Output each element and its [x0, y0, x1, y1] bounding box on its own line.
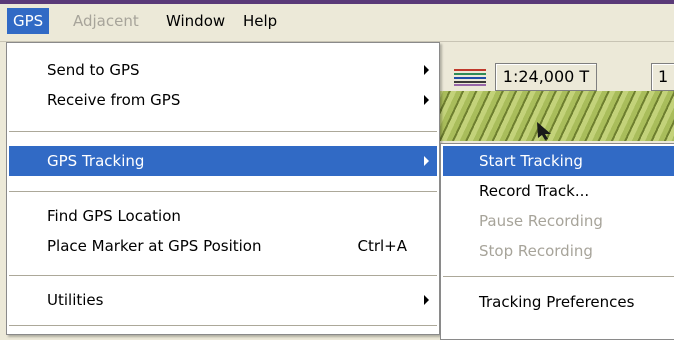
- track-lines-icon[interactable]: [452, 66, 488, 88]
- map-scale-button-2[interactable]: 1: [651, 63, 674, 91]
- menu-separator: [9, 131, 437, 132]
- menu-item-label: Utilities: [47, 291, 104, 309]
- cursor-arrow-icon: [537, 122, 551, 140]
- menu-item-receive-from-gps[interactable]: Receive from GPS: [9, 85, 437, 115]
- menu-item-place-marker[interactable]: Place Marker at GPS Position Ctrl+A: [9, 231, 437, 261]
- menu-item-label: Receive from GPS: [47, 91, 181, 109]
- submenu-item-record-track[interactable]: Record Track...: [443, 176, 674, 206]
- menu-item-gps-tracking[interactable]: GPS Tracking: [9, 146, 437, 176]
- submenu-item-label: Pause Recording: [479, 212, 603, 230]
- submenu-item-label: Stop Recording: [479, 242, 593, 260]
- menu-item-label: Find GPS Location: [47, 207, 181, 225]
- menu-separator: [9, 191, 437, 192]
- map-scale-button[interactable]: 1:24,000 T: [495, 63, 597, 91]
- submenu-arrow-icon: [424, 95, 429, 105]
- menu-item-shortcut: Ctrl+A: [357, 237, 407, 255]
- menu-item-find-gps-location[interactable]: Find GPS Location: [9, 201, 437, 231]
- submenu-item-label: Start Tracking: [479, 152, 583, 170]
- submenu-item-stop-recording[interactable]: Stop Recording: [443, 236, 674, 266]
- submenu-arrow-icon: [424, 295, 429, 305]
- menu-gps[interactable]: GPS: [7, 8, 50, 34]
- submenu-arrow-icon: [424, 156, 429, 166]
- menu-bar: GPS Adjacent Window Help: [0, 4, 674, 42]
- menu-separator: [9, 325, 437, 326]
- submenu-item-pause-recording[interactable]: Pause Recording: [443, 206, 674, 236]
- gps-menu: Send to GPS Receive from GPS GPS Trackin…: [6, 42, 440, 335]
- menu-item-send-to-gps[interactable]: Send to GPS: [9, 55, 437, 85]
- menu-separator: [9, 275, 437, 276]
- submenu-item-start-tracking[interactable]: Start Tracking: [443, 146, 674, 176]
- menu-item-utilities[interactable]: Utilities: [9, 285, 437, 315]
- submenu-arrow-icon: [424, 65, 429, 75]
- menu-item-label: GPS Tracking: [47, 152, 145, 170]
- menu-item-label: Send to GPS: [47, 61, 140, 79]
- submenu-item-tracking-preferences[interactable]: Tracking Preferences: [443, 287, 674, 317]
- submenu-item-label: Record Track...: [479, 182, 590, 200]
- gps-tracking-submenu: Start Tracking Record Track... Pause Rec…: [440, 143, 674, 340]
- menu-adjacent[interactable]: Adjacent: [67, 8, 145, 34]
- menu-help[interactable]: Help: [237, 8, 283, 34]
- submenu-item-label: Tracking Preferences: [479, 293, 635, 311]
- menu-window[interactable]: Window: [160, 8, 231, 34]
- menu-item-label: Place Marker at GPS Position: [47, 237, 262, 255]
- menu-separator: [443, 276, 674, 277]
